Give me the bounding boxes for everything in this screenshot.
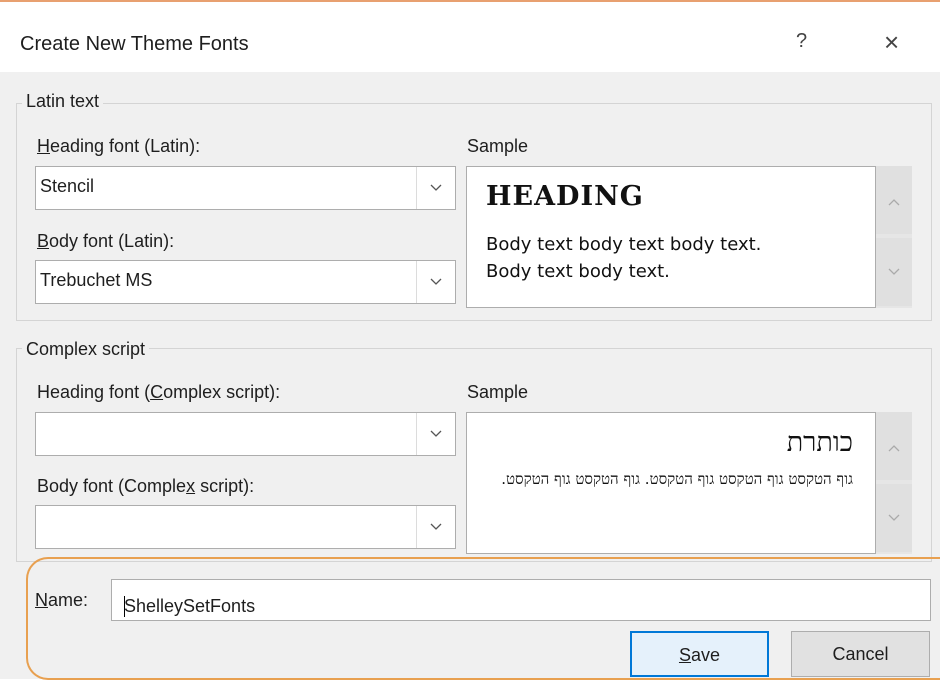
latin-sample-label: Sample (467, 136, 529, 156)
latin-heading-font-value: Stencil (40, 176, 95, 196)
complex-sample-heading: כותרת (786, 427, 853, 458)
scroll-up-icon[interactable] (876, 166, 912, 234)
chevron-down-icon[interactable] (416, 261, 455, 303)
text-caret (124, 596, 125, 617)
chevron-down-icon[interactable] (416, 506, 455, 548)
latin-heading-font-label: Heading font (Latin): (37, 136, 201, 156)
complex-sample-scrollbar[interactable] (876, 412, 912, 554)
chevron-down-icon[interactable] (416, 413, 455, 455)
complex-script-group-label: Complex script (22, 339, 150, 360)
latin-body-font-value: Trebuchet MS (40, 270, 153, 290)
theme-name-input[interactable]: ShelleySetFonts (111, 579, 931, 621)
save-button[interactable]: Save (630, 631, 769, 677)
latin-body-font-combo[interactable]: Trebuchet MS (35, 260, 456, 304)
latin-sample-body-line2: Body text body text. (486, 261, 670, 282)
complex-body-font-label: Body font (Complex script): (37, 476, 255, 496)
complex-heading-font-label: Heading font (Complex script): (37, 382, 281, 402)
latin-sample-heading: HEADING (486, 181, 644, 212)
cancel-button[interactable]: Cancel (791, 631, 930, 677)
latin-heading-font-combo[interactable]: Stencil (35, 166, 456, 210)
name-label: Name: (35, 590, 89, 610)
latin-sample-scrollbar[interactable] (876, 166, 912, 308)
complex-sample-body: גוף הטקסט גוף הטקסט גוף הטקסט. גוף הטקסט… (501, 470, 853, 488)
latin-sample-preview: HEADING Body text body text body text. B… (466, 166, 876, 308)
help-button[interactable]: ? (796, 30, 807, 53)
close-button[interactable]: × (884, 29, 899, 55)
latin-body-font-label: Body font (Latin): (37, 231, 175, 251)
latin-sample-body-line1: Body text body text body text. (486, 234, 762, 255)
complex-heading-font-combo[interactable] (35, 412, 456, 456)
theme-name-value: ShelleySetFonts (124, 596, 256, 616)
scroll-down-icon[interactable] (876, 484, 912, 552)
latin-text-group-label: Latin text (22, 91, 104, 112)
dialog-title: Create New Theme Fonts (20, 33, 249, 55)
complex-body-font-combo[interactable] (35, 505, 456, 549)
complex-sample-label: Sample (467, 382, 529, 402)
scroll-down-icon[interactable] (876, 238, 912, 306)
chevron-down-icon[interactable] (416, 167, 455, 209)
scroll-up-icon[interactable] (876, 412, 912, 480)
create-theme-fonts-dialog: Create New Theme Fonts ? × Latin text He… (0, 0, 940, 680)
complex-sample-preview: כותרת גוף הטקסט גוף הטקסט גוף הטקסט. גוף… (466, 412, 876, 554)
latin-sample-body: Body text body text body text. Body text… (486, 231, 761, 285)
title-bar: Create New Theme Fonts ? × (0, 2, 940, 72)
